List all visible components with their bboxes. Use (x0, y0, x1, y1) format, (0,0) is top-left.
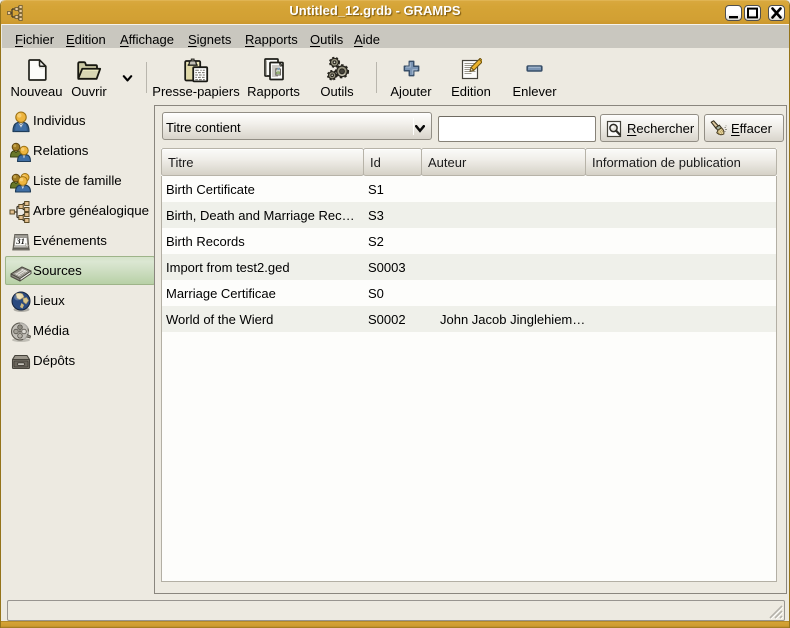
svg-text:31: 31 (15, 236, 25, 246)
